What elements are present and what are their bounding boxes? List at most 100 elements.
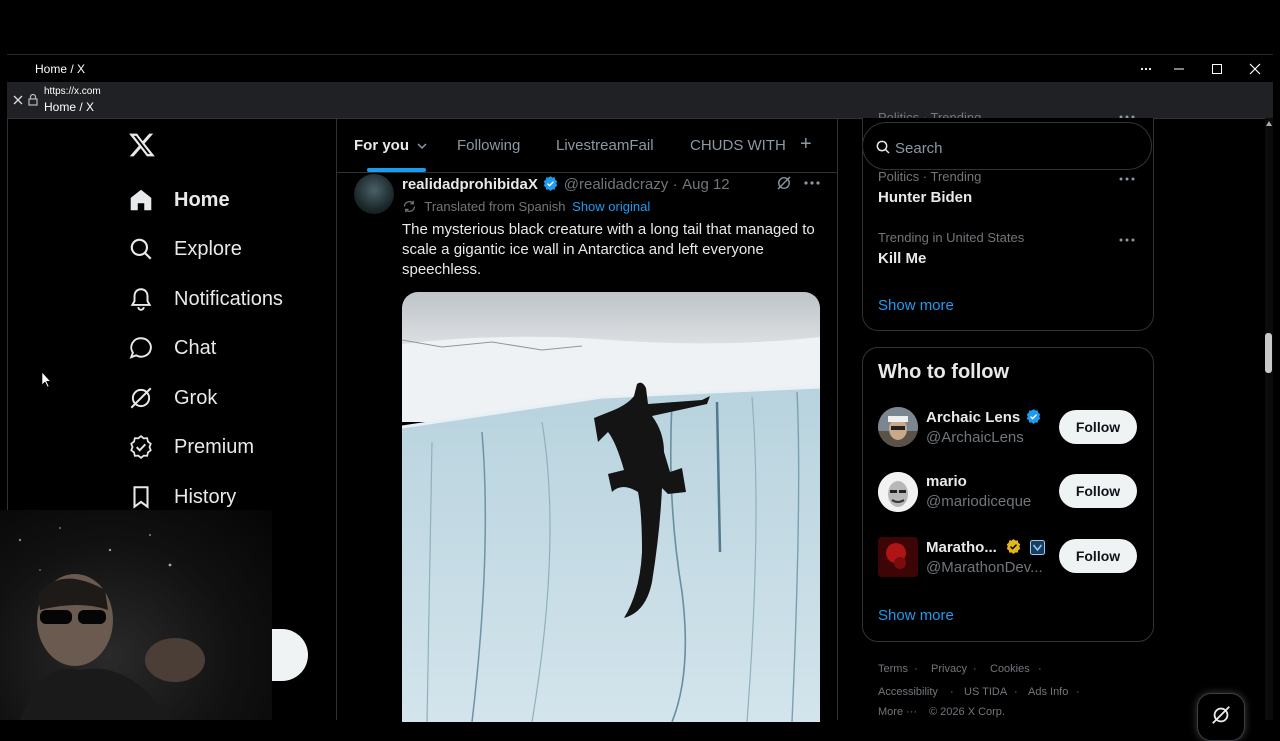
- post-date[interactable]: Aug 12: [682, 176, 730, 193]
- avatar[interactable]: [354, 174, 394, 214]
- url-page-title: Home / X: [44, 100, 95, 114]
- scrollbar-thumb[interactable]: [1265, 333, 1272, 373]
- grok-icon[interactable]: [775, 174, 793, 192]
- grok-icon: [128, 385, 154, 411]
- post-separator: ·: [672, 176, 678, 193]
- more-options-icon[interactable]: [1117, 174, 1137, 184]
- gold-verified-badge-icon: [1005, 538, 1022, 555]
- x-logo-icon[interactable]: [128, 131, 156, 159]
- maximize-icon[interactable]: [1209, 61, 1225, 77]
- avatar[interactable]: [878, 407, 918, 447]
- footer-separator: ·: [1014, 686, 1018, 698]
- nav-notifications[interactable]: Notifications: [128, 279, 283, 319]
- tab-for-you-label: For you: [354, 137, 409, 154]
- nav-grok-label: Grok: [174, 386, 218, 409]
- tab-livestreamfail[interactable]: LivestreamFail: [556, 137, 654, 154]
- user-handle: @MarathonDev...: [926, 559, 1043, 576]
- follow-button[interactable]: Follow: [1059, 539, 1137, 573]
- url-text[interactable]: https://x.com: [44, 86, 101, 97]
- mouse-cursor-icon: [42, 372, 52, 388]
- nav-premium-label: Premium: [174, 435, 255, 458]
- footer-us-tida-link[interactable]: US TIDA: [964, 686, 1007, 698]
- nav-home-label: Home: [174, 188, 230, 211]
- scroll-up-arrow-icon[interactable]: [1266, 121, 1272, 126]
- post-text: The mysterious black creature with a lon…: [402, 221, 815, 278]
- search-input[interactable]: Search: [895, 140, 943, 157]
- nav-grok[interactable]: Grok: [128, 378, 217, 418]
- search-icon: [128, 236, 154, 262]
- follow-button[interactable]: Follow: [1059, 410, 1137, 444]
- suggested-user[interactable]: Maratho... @MarathonDev...: [926, 538, 1045, 576]
- show-original-link[interactable]: Show original: [572, 199, 650, 214]
- affiliate-badge-icon: [1029, 540, 1045, 555]
- follow-button[interactable]: Follow: [1059, 474, 1137, 508]
- footer-separator: ·: [1038, 663, 1042, 675]
- nav-explore[interactable]: Explore: [128, 229, 242, 269]
- post-header: realidadprohibidaX @realidadcrazy · Aug …: [402, 175, 730, 194]
- trend-category: Trending in United States: [878, 230, 1025, 245]
- footer-separator: ·: [914, 663, 918, 675]
- suggested-user[interactable]: mario @mariodiceque: [926, 473, 1031, 510]
- nav-notifications-label: Notifications: [174, 287, 283, 310]
- verified-badge-icon: [128, 434, 154, 460]
- footer-ads-info-link[interactable]: Ads Info: [1028, 686, 1068, 698]
- avatar[interactable]: [878, 537, 918, 577]
- nav-chat[interactable]: Chat: [128, 328, 216, 368]
- nav-premium[interactable]: Premium: [128, 427, 254, 467]
- trend-name: Kill Me: [878, 250, 927, 267]
- scrollbar-track[interactable]: [1265, 118, 1273, 720]
- footer-privacy-link[interactable]: Privacy: [931, 663, 967, 675]
- verified-badge-icon: [1025, 408, 1042, 425]
- search-box[interactable]: Search: [862, 122, 1152, 170]
- bookmark-icon: [128, 484, 154, 510]
- active-tab-indicator: [367, 168, 426, 172]
- tab-for-you[interactable]: For you: [354, 137, 428, 154]
- footer-accessibility-link[interactable]: Accessibility: [878, 686, 938, 698]
- post-handle[interactable]: @realidadcrazy: [564, 176, 668, 193]
- webcam-overlay: [0, 510, 272, 720]
- trends-show-more-link[interactable]: Show more: [878, 297, 954, 314]
- trend-item[interactable]: Politics · Trending Hunter Biden: [878, 169, 981, 206]
- trend-category: Politics · Trending: [878, 169, 982, 184]
- more-options-icon[interactable]: [1138, 61, 1154, 77]
- close-window-icon[interactable]: [1247, 61, 1263, 77]
- grok-icon: [1210, 704, 1232, 726]
- who-to-follow-title: Who to follow: [878, 361, 1010, 383]
- timeline-column: For you Following LivestreamFail CHUDS W…: [336, 118, 838, 722]
- stop-loading-icon[interactable]: [11, 93, 25, 107]
- translate-icon: [402, 199, 417, 214]
- bell-icon: [128, 286, 154, 312]
- user-name: mario: [926, 473, 967, 490]
- more-options-icon[interactable]: [802, 174, 822, 192]
- search-icon: [875, 139, 891, 155]
- lock-icon: [27, 93, 39, 107]
- minimize-icon[interactable]: [1171, 61, 1187, 77]
- who-to-follow-show-more-link[interactable]: Show more: [878, 607, 954, 624]
- user-name: Maratho...: [926, 539, 997, 556]
- footer-copyright: © 2026 X Corp.: [929, 706, 1005, 718]
- nav-chat-label: Chat: [174, 336, 217, 359]
- footer-terms-link[interactable]: Terms: [878, 663, 908, 675]
- user-handle: @mariodiceque: [926, 493, 1032, 510]
- suggested-user[interactable]: Archaic Lens @ArchaicLens: [926, 408, 1042, 446]
- post-author-name[interactable]: realidadprohibidaX: [402, 176, 538, 193]
- avatar[interactable]: [878, 472, 918, 512]
- tab-following[interactable]: Following: [457, 137, 520, 154]
- nav-home[interactable]: Home: [128, 180, 230, 220]
- footer-more-link[interactable]: More ···: [878, 706, 917, 718]
- chat-bubble-icon: [128, 335, 154, 361]
- nav-history-label: History: [174, 485, 237, 508]
- post-media[interactable]: [402, 292, 820, 722]
- trend-name: Hunter Biden: [878, 189, 973, 206]
- user-handle: @ArchaicLens: [926, 429, 1024, 446]
- user-name: Archaic Lens: [926, 409, 1021, 426]
- grok-floating-button[interactable]: [1197, 693, 1245, 741]
- tab-chuds-with[interactable]: CHUDS WITH: [690, 137, 786, 154]
- trend-item[interactable]: Trending in United States Kill Me: [878, 230, 1024, 267]
- address-bar: https://x.com Home / X: [7, 82, 1273, 119]
- add-tab-button[interactable]: +: [800, 133, 812, 156]
- post-button[interactable]: [272, 629, 308, 681]
- footer-separator: ·: [973, 663, 977, 675]
- footer-cookies-link[interactable]: Cookies: [990, 663, 1030, 675]
- more-options-icon[interactable]: [1117, 235, 1137, 245]
